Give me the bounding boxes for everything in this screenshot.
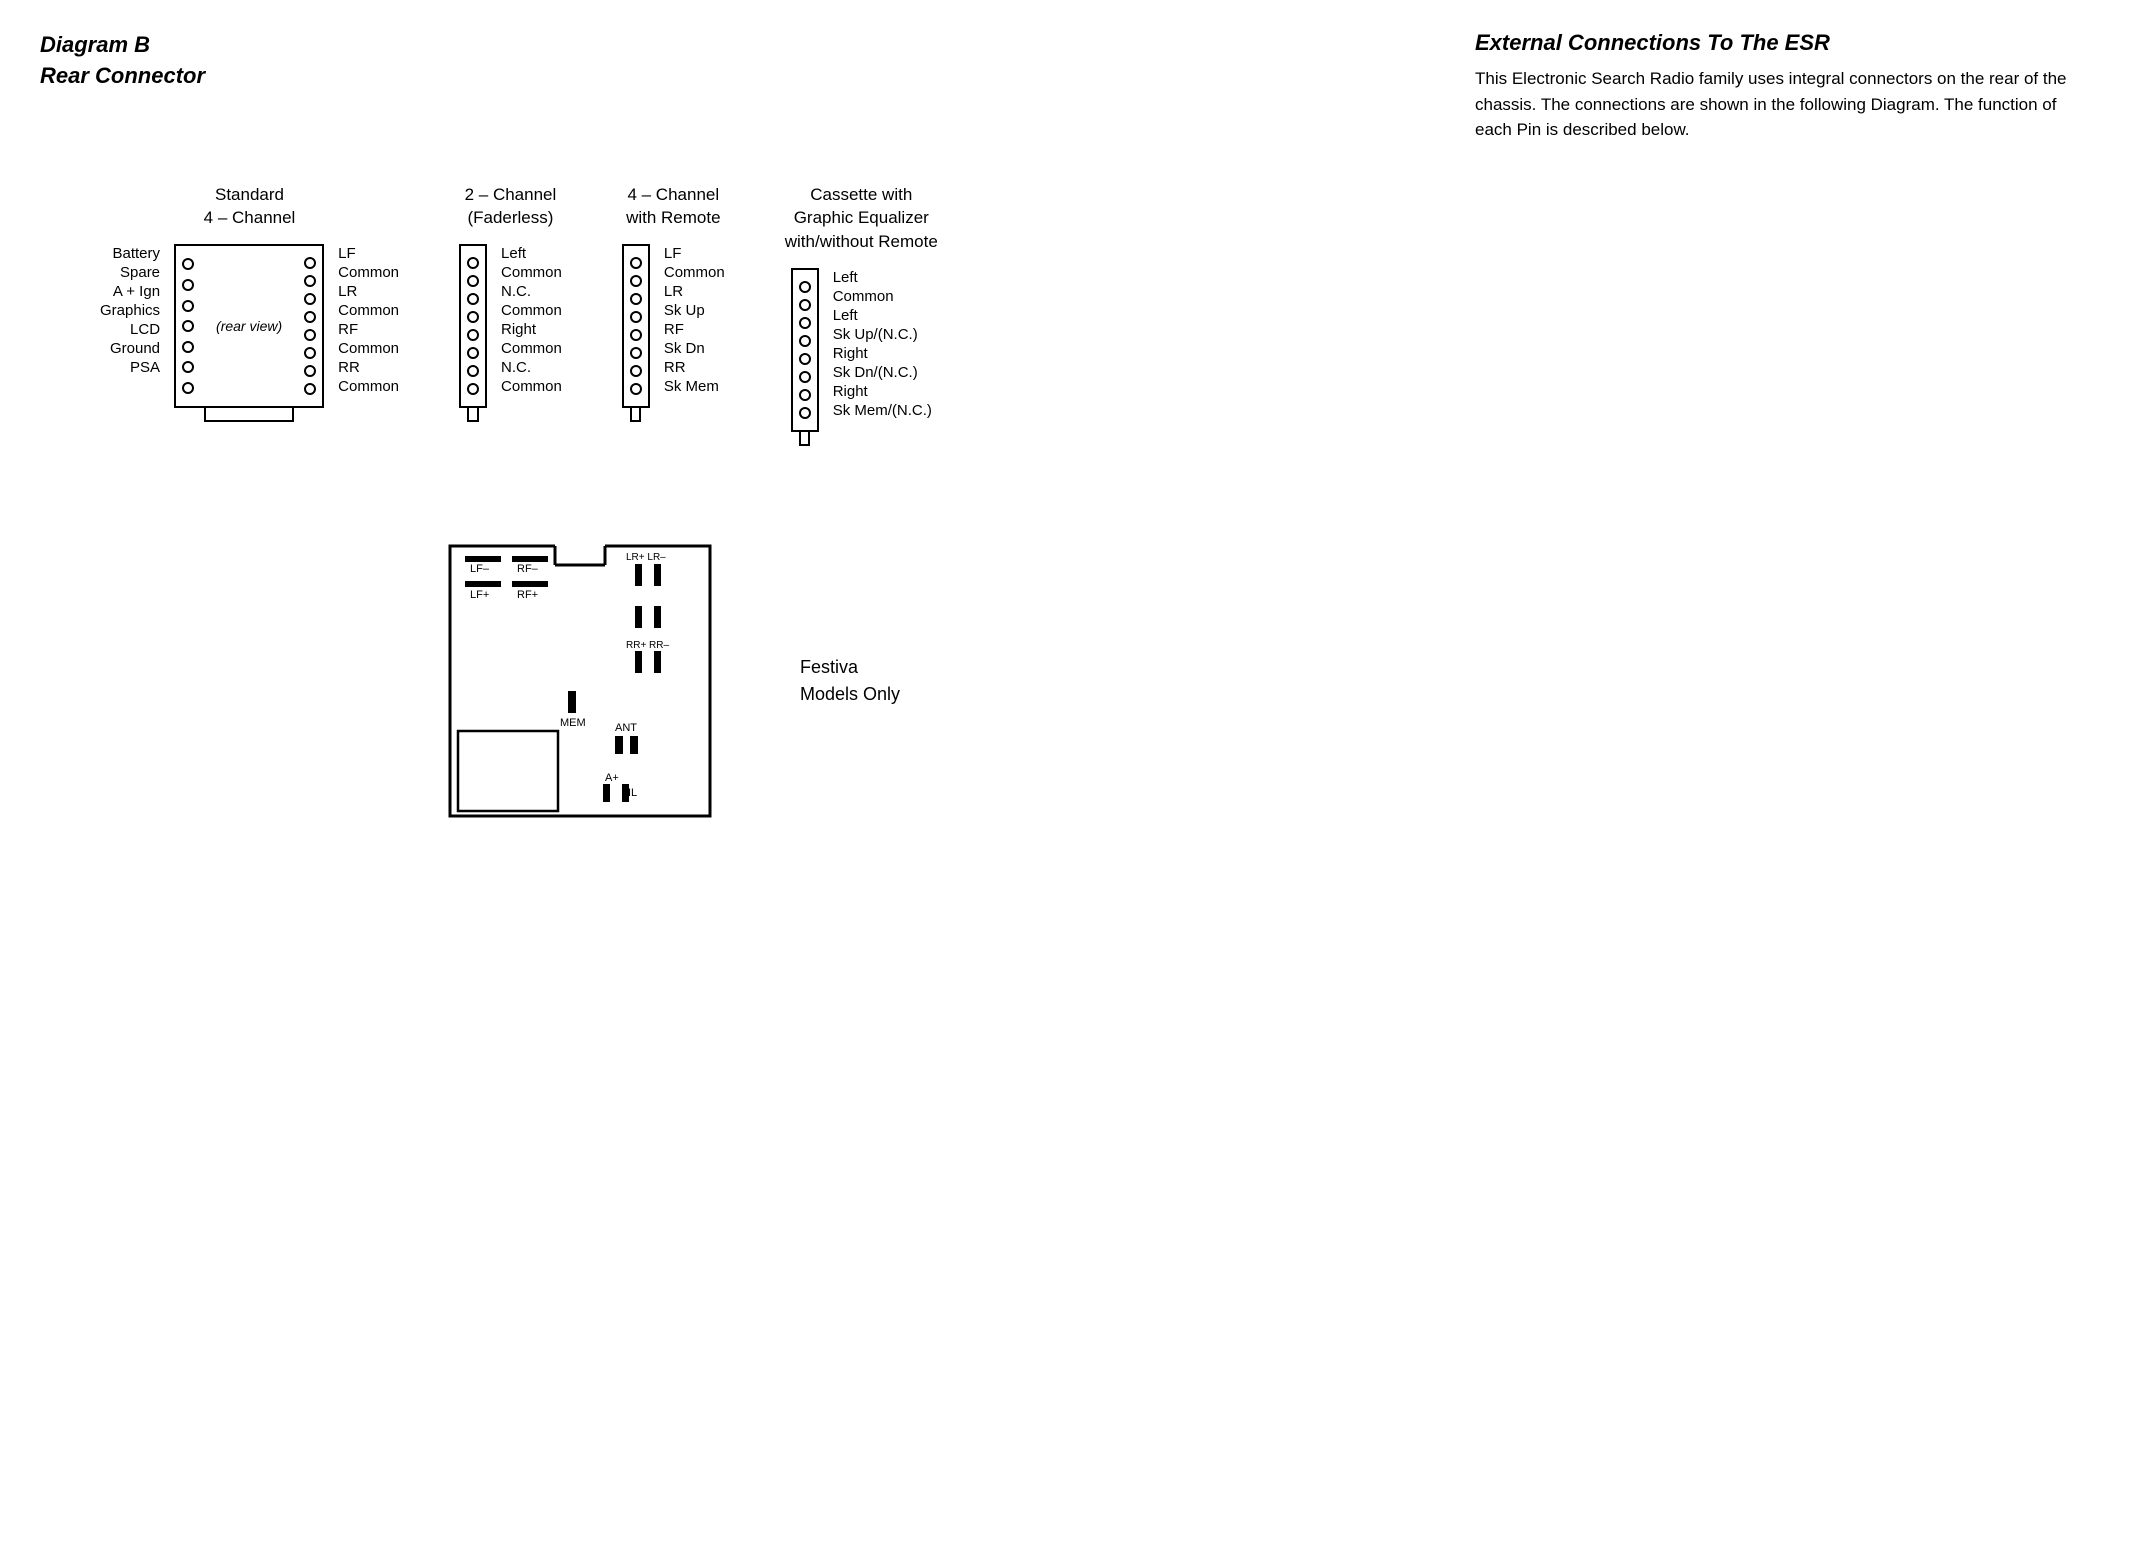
pin <box>630 257 642 269</box>
pin <box>630 347 642 359</box>
festiva-svg: LF– RF– LF+ RF+ LR+ LR– RR+ RR– MEM ANT … <box>440 526 720 836</box>
bottom-section: LF– RF– LF+ RF+ LR+ LR– RR+ RR– MEM ANT … <box>40 526 2095 836</box>
connector-box-wrapper-4chr <box>622 244 650 422</box>
connector-middle-label: (rear view) <box>200 246 298 406</box>
connector-cassette-title: Cassette with Graphic Equalizer with/wit… <box>785 183 938 254</box>
pin <box>182 320 194 332</box>
pin <box>630 365 642 377</box>
svg-text:RF–: RF– <box>517 563 539 575</box>
right-labels-4chr: LF Common LR Sk Up RF Sk Dn RR Sk Mem <box>658 244 725 396</box>
connector-4ch-remote-title: 4 – Channel with Remote <box>626 183 720 231</box>
connector-standard-4ch: Standard 4 – Channel Battery Spare A + I… <box>100 183 399 423</box>
connector-standard-4ch-diagram: Battery Spare A + Ign Graphics LCD Groun… <box>100 244 399 422</box>
connector-tab-4chr <box>630 408 641 422</box>
right-labels: LF Common LR Common RF Common RR Common <box>332 244 399 396</box>
pin <box>182 300 194 312</box>
pin <box>799 353 811 365</box>
right-labels-cass: Left Common Left Sk Up/(N.C.) Right Sk D… <box>827 268 932 420</box>
pin <box>467 257 479 269</box>
pin <box>304 365 316 377</box>
right-labels-2ch: Left Common N.C. Common Right Common N.C… <box>495 244 562 396</box>
pins-col-4chr <box>624 246 648 406</box>
pin <box>630 275 642 287</box>
connector-tab-2ch <box>467 408 478 422</box>
pin <box>799 389 811 401</box>
svg-text:LF+: LF+ <box>470 589 489 601</box>
pin <box>467 365 479 377</box>
connector-2ch-title: 2 – Channel (Faderless) <box>465 183 557 231</box>
pin <box>182 341 194 353</box>
svg-text:RR+ RR–: RR+ RR– <box>626 640 670 651</box>
left-labels: Battery Spare A + Ign Graphics LCD Groun… <box>100 244 166 377</box>
connector-cassette-graphic: Cassette with Graphic Equalizer with/wit… <box>785 183 938 446</box>
connector-2ch-faderless: 2 – Channel (Faderless) <box>459 183 562 423</box>
connector-box-4chr <box>622 244 650 408</box>
pin <box>182 382 194 394</box>
svg-text:A+: A+ <box>605 772 619 784</box>
connector-box-2ch <box>459 244 487 408</box>
pin <box>467 275 479 287</box>
pin <box>304 329 316 341</box>
pin <box>467 329 479 341</box>
connector-cassette-diagram: Left Common Left Sk Up/(N.C.) Right Sk D… <box>791 268 932 446</box>
diagram-title: Diagram B Rear Connector <box>40 30 205 92</box>
pin <box>630 293 642 305</box>
pin <box>799 335 811 347</box>
pin <box>467 347 479 359</box>
pin <box>467 311 479 323</box>
left-pins-col <box>176 246 200 406</box>
connector-4ch-remote: 4 – Channel with Remote <box>622 183 725 423</box>
pin <box>304 293 316 305</box>
pin <box>304 275 316 287</box>
pins-col-cass <box>793 270 817 430</box>
pin <box>630 383 642 395</box>
connector-box: (rear view) <box>174 244 324 408</box>
pin <box>304 347 316 359</box>
pin <box>304 383 316 395</box>
pin <box>467 293 479 305</box>
connector-tab <box>204 408 294 422</box>
svg-text:LR+ LR–: LR+ LR– <box>626 552 666 563</box>
pin <box>182 279 194 291</box>
pin <box>304 257 316 269</box>
svg-text:ANT: ANT <box>615 722 637 734</box>
connector-tab-cass <box>799 432 810 446</box>
pin <box>799 407 811 419</box>
connectors-area: Standard 4 – Channel Battery Spare A + I… <box>40 183 2095 446</box>
connector-box-wrapper-cass <box>791 268 819 446</box>
pin <box>182 258 194 270</box>
svg-text:LF–: LF– <box>470 563 490 575</box>
pin <box>630 311 642 323</box>
ext-connections-title: External Connections To The ESR <box>1475 30 2095 56</box>
pin <box>182 361 194 373</box>
pin <box>630 329 642 341</box>
pin <box>799 371 811 383</box>
ext-connections-text: This Electronic Search Radio family uses… <box>1475 66 2095 143</box>
svg-text:RF+: RF+ <box>517 589 538 601</box>
connector-box-wrapper-2ch <box>459 244 487 422</box>
connector-box-wrapper: (rear view) <box>174 244 324 422</box>
pin <box>304 311 316 323</box>
connector-4ch-remote-diagram: LF Common LR Sk Up RF Sk Dn RR Sk Mem <box>622 244 725 422</box>
festiva-label: Festiva Models Only <box>800 654 900 708</box>
pin <box>799 299 811 311</box>
connector-standard-4ch-title: Standard 4 – Channel <box>204 183 296 231</box>
right-pins-col <box>298 246 322 406</box>
pin <box>799 281 811 293</box>
pin <box>799 317 811 329</box>
page-header: Diagram B Rear Connector External Connec… <box>40 30 2095 143</box>
pins-col-2ch <box>461 246 485 406</box>
svg-text:IL: IL <box>628 787 637 799</box>
connector-2ch-diagram: Left Common N.C. Common Right Common N.C… <box>459 244 562 422</box>
pin <box>467 383 479 395</box>
svg-text:MEM: MEM <box>560 717 586 729</box>
ext-connections-block: External Connections To The ESR This Ele… <box>1475 30 2095 143</box>
connector-box-cass <box>791 268 819 432</box>
